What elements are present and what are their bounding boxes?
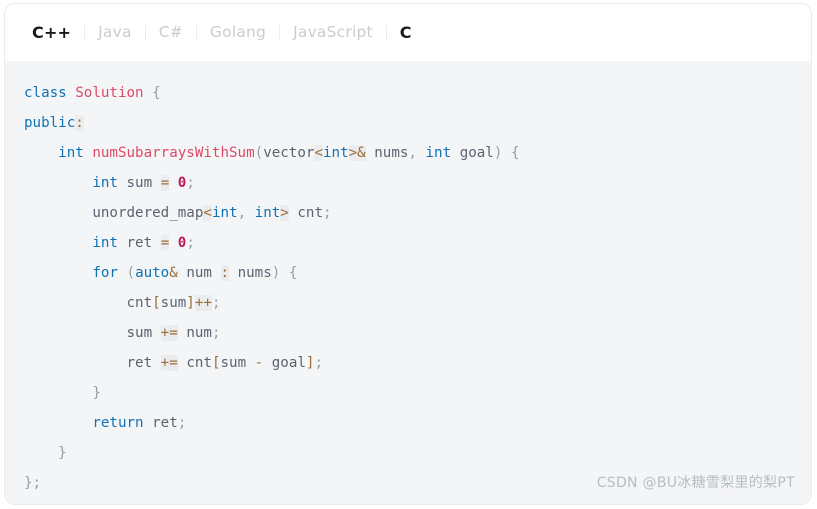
code-line: } xyxy=(92,385,101,401)
code-line: class Solution { xyxy=(24,85,161,101)
tab-cpp[interactable]: C++ xyxy=(19,24,84,41)
code-area: class Solution { public: int numSubarrays… xyxy=(5,61,811,504)
code-line: sum += num; xyxy=(126,325,221,341)
tab-java[interactable]: Java xyxy=(85,24,145,41)
code-line: cnt[sum]++; xyxy=(126,295,221,311)
code-line: } xyxy=(58,445,67,461)
code-line: public: xyxy=(24,115,84,131)
language-tab-bar: C++ Java C# Golang JavaScript C xyxy=(5,4,811,61)
tab-javascript[interactable]: JavaScript xyxy=(280,24,386,41)
code-line: ret += cnt[sum - goal]; xyxy=(126,355,324,371)
tab-golang[interactable]: Golang xyxy=(197,24,279,41)
code-line: return ret; xyxy=(92,415,187,431)
code-line: unordered_map<int, int> cnt; xyxy=(92,205,332,221)
code-line: int ret = 0; xyxy=(92,235,195,251)
code-line: int numSubarraysWithSum(vector<int>& num… xyxy=(58,145,520,161)
code-block[interactable]: class Solution { public: int numSubarrays… xyxy=(5,78,811,498)
code-line: int sum = 0; xyxy=(92,175,195,191)
tab-csharp[interactable]: C# xyxy=(146,24,196,41)
csdn-watermark: CSDN @BU冰糖雪梨里的梨PT xyxy=(596,475,795,491)
code-snippet-card: C++ Java C# Golang JavaScript C class So… xyxy=(5,4,811,504)
tab-c[interactable]: C xyxy=(387,24,425,41)
code-line: for (auto& num : nums) { xyxy=(92,265,298,281)
